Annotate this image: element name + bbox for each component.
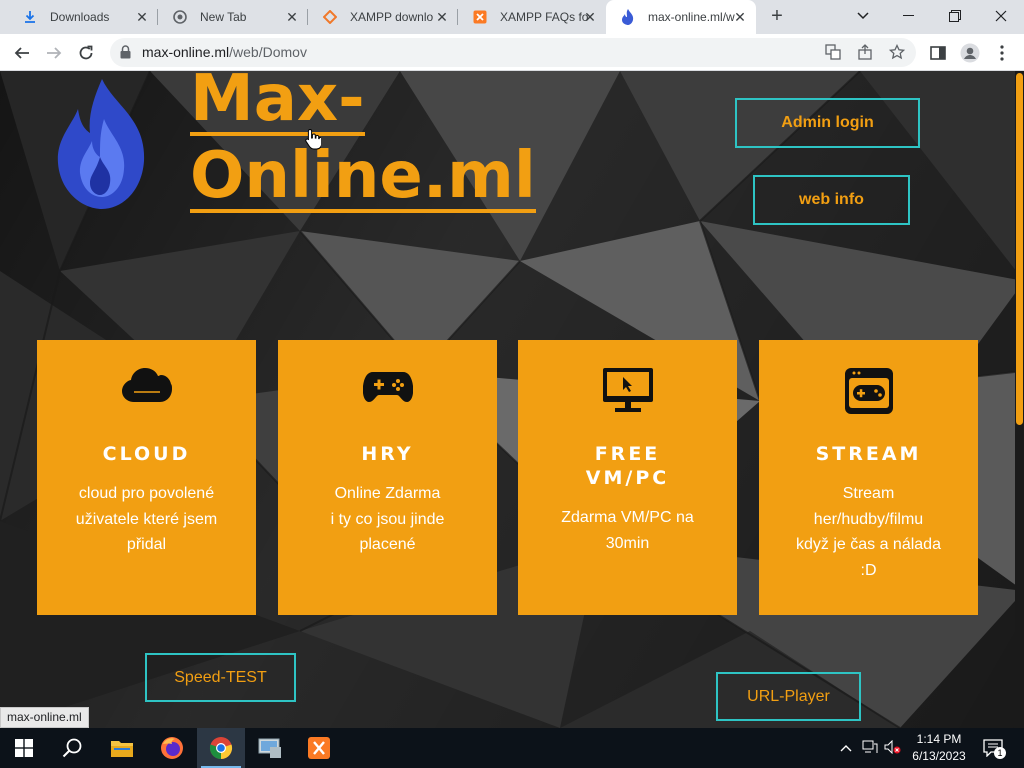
restore-icon[interactable] — [932, 0, 978, 32]
search-icon[interactable] — [48, 728, 96, 768]
control-panel-icon[interactable] — [246, 728, 294, 768]
side-panel-icon[interactable] — [924, 39, 952, 67]
web-page: Max- Online.ml Admin login web info CLOU… — [0, 71, 1024, 728]
speed-test-button[interactable]: Speed-TEST — [145, 653, 296, 702]
tab-xampp-download[interactable]: XAMPP downlo ✕ — [308, 0, 458, 34]
flame-favicon-icon — [620, 9, 636, 25]
xampp-diamond-icon — [322, 9, 338, 25]
chrome-icon[interactable] — [197, 728, 245, 768]
site-brand-title[interactable]: Max- Online.ml — [190, 71, 536, 214]
card-free-vm-pc[interactable]: FREE VM/PC Zdarma VM/PC na 30min — [518, 340, 737, 615]
xampp-icon[interactable] — [295, 728, 343, 768]
profile-avatar-icon[interactable] — [956, 39, 984, 67]
reload-icon[interactable] — [72, 39, 100, 67]
monitor-pointer-icon — [518, 368, 737, 414]
url-host: max-online.ml — [142, 44, 230, 60]
admin-login-button[interactable]: Admin login — [735, 98, 920, 148]
card-title: CLOUD — [102, 443, 191, 465]
tab-title: XAMPP downlo — [350, 10, 434, 24]
tab-downloads[interactable]: Downloads ✕ — [8, 0, 158, 34]
address-bar[interactable]: max-online.ml/web/Domov — [110, 38, 916, 67]
tab-max-online[interactable]: max-online.ml/w ✕ — [606, 0, 756, 34]
tab-title: New Tab — [200, 10, 247, 24]
tab-title: XAMPP FAQs fo — [500, 10, 589, 24]
notification-count-badge: 1 — [994, 747, 1006, 759]
tab-title: Downloads — [50, 10, 110, 24]
card-description: Stream her/hudby/filmu když je čas a nál… — [796, 485, 941, 579]
minimize-icon[interactable] — [886, 0, 932, 32]
tab-search-icon[interactable] — [840, 0, 886, 32]
url-path: /web/Domov — [229, 44, 307, 60]
card-title: HRY — [361, 443, 414, 465]
file-explorer-icon[interactable] — [98, 728, 146, 768]
brand-line-1: Max- — [190, 71, 365, 136]
firefox-icon[interactable] — [148, 728, 196, 768]
close-tab-icon[interactable]: ✕ — [134, 9, 150, 25]
system-clock[interactable]: 1:14 PM 6/13/2023 — [908, 731, 970, 765]
tab-title: max-online.ml/w — [648, 10, 735, 24]
start-icon[interactable] — [0, 728, 48, 768]
card-description: Online Zdarma i ty co jsou jinde placené — [330, 485, 445, 553]
chevron-up-icon[interactable] — [840, 740, 852, 755]
close-window-icon[interactable] — [978, 0, 1024, 32]
card-description: cloud pro povolené uživatele které jsem … — [75, 485, 218, 553]
clock-date: 6/13/2023 — [912, 749, 966, 763]
volume-muted-icon[interactable] — [884, 739, 902, 757]
stream-console-icon — [759, 368, 978, 414]
menu-kebab-icon[interactable] — [988, 39, 1016, 67]
back-icon[interactable] — [8, 39, 36, 67]
lock-icon[interactable] — [120, 45, 131, 64]
web-info-button[interactable]: web info — [753, 175, 910, 225]
close-tab-icon[interactable]: ✕ — [732, 9, 748, 25]
browser-toolbar: max-online.ml/web/Domov — [0, 34, 1024, 71]
card-cloud[interactable]: CLOUD cloud pro povolené uživatele které… — [37, 340, 256, 615]
download-icon — [22, 9, 38, 25]
xampp-icon — [472, 9, 488, 25]
url-player-button[interactable]: URL-Player — [716, 672, 861, 721]
card-stream[interactable]: STREAM Stream her/hudby/filmu když je ča… — [759, 340, 978, 615]
forward-icon[interactable] — [40, 39, 68, 67]
translate-icon[interactable] — [824, 44, 842, 62]
cloud-icon — [37, 368, 256, 402]
close-tab-icon[interactable]: ✕ — [434, 9, 450, 25]
card-hry[interactable]: HRY Online Zdarma i ty co jsou jinde pla… — [278, 340, 497, 615]
flame-logo — [56, 79, 148, 216]
brand-line-2: Online.ml — [190, 139, 536, 213]
card-description: Zdarma VM/PC na 30min — [561, 509, 694, 552]
page-scrollbar[interactable] — [1015, 71, 1024, 728]
browser-tab-strip: Downloads ✕ New Tab ✕ XAMPP downlo ✕ XAM… — [0, 0, 1024, 34]
scrollbar-thumb[interactable] — [1016, 73, 1023, 425]
bookmark-star-icon[interactable] — [888, 43, 906, 62]
notification-center-icon[interactable]: 1 — [983, 739, 1006, 760]
tab-new-tab[interactable]: New Tab ✕ — [158, 0, 308, 34]
clock-time: 1:14 PM — [916, 732, 962, 746]
network-icon[interactable] — [862, 740, 878, 757]
url-text[interactable]: max-online.ml/web/Domov — [142, 44, 307, 60]
new-tab-button[interactable]: + — [766, 6, 788, 28]
close-tab-icon[interactable]: ✕ — [582, 9, 598, 25]
hand-cursor-icon — [305, 128, 321, 150]
card-title: FREE VM/PC — [585, 443, 670, 489]
card-title: STREAM — [815, 443, 922, 465]
gamepad-icon — [278, 368, 497, 402]
tab-xampp-faqs[interactable]: XAMPP FAQs fo ✕ — [458, 0, 606, 34]
status-bubble-link-preview: max-online.ml — [0, 707, 89, 728]
windows-taskbar: 1:14 PM 6/13/2023 1 — [0, 728, 1024, 768]
share-icon[interactable] — [856, 44, 874, 62]
chrome-icon — [172, 9, 188, 25]
close-tab-icon[interactable]: ✕ — [284, 9, 300, 25]
